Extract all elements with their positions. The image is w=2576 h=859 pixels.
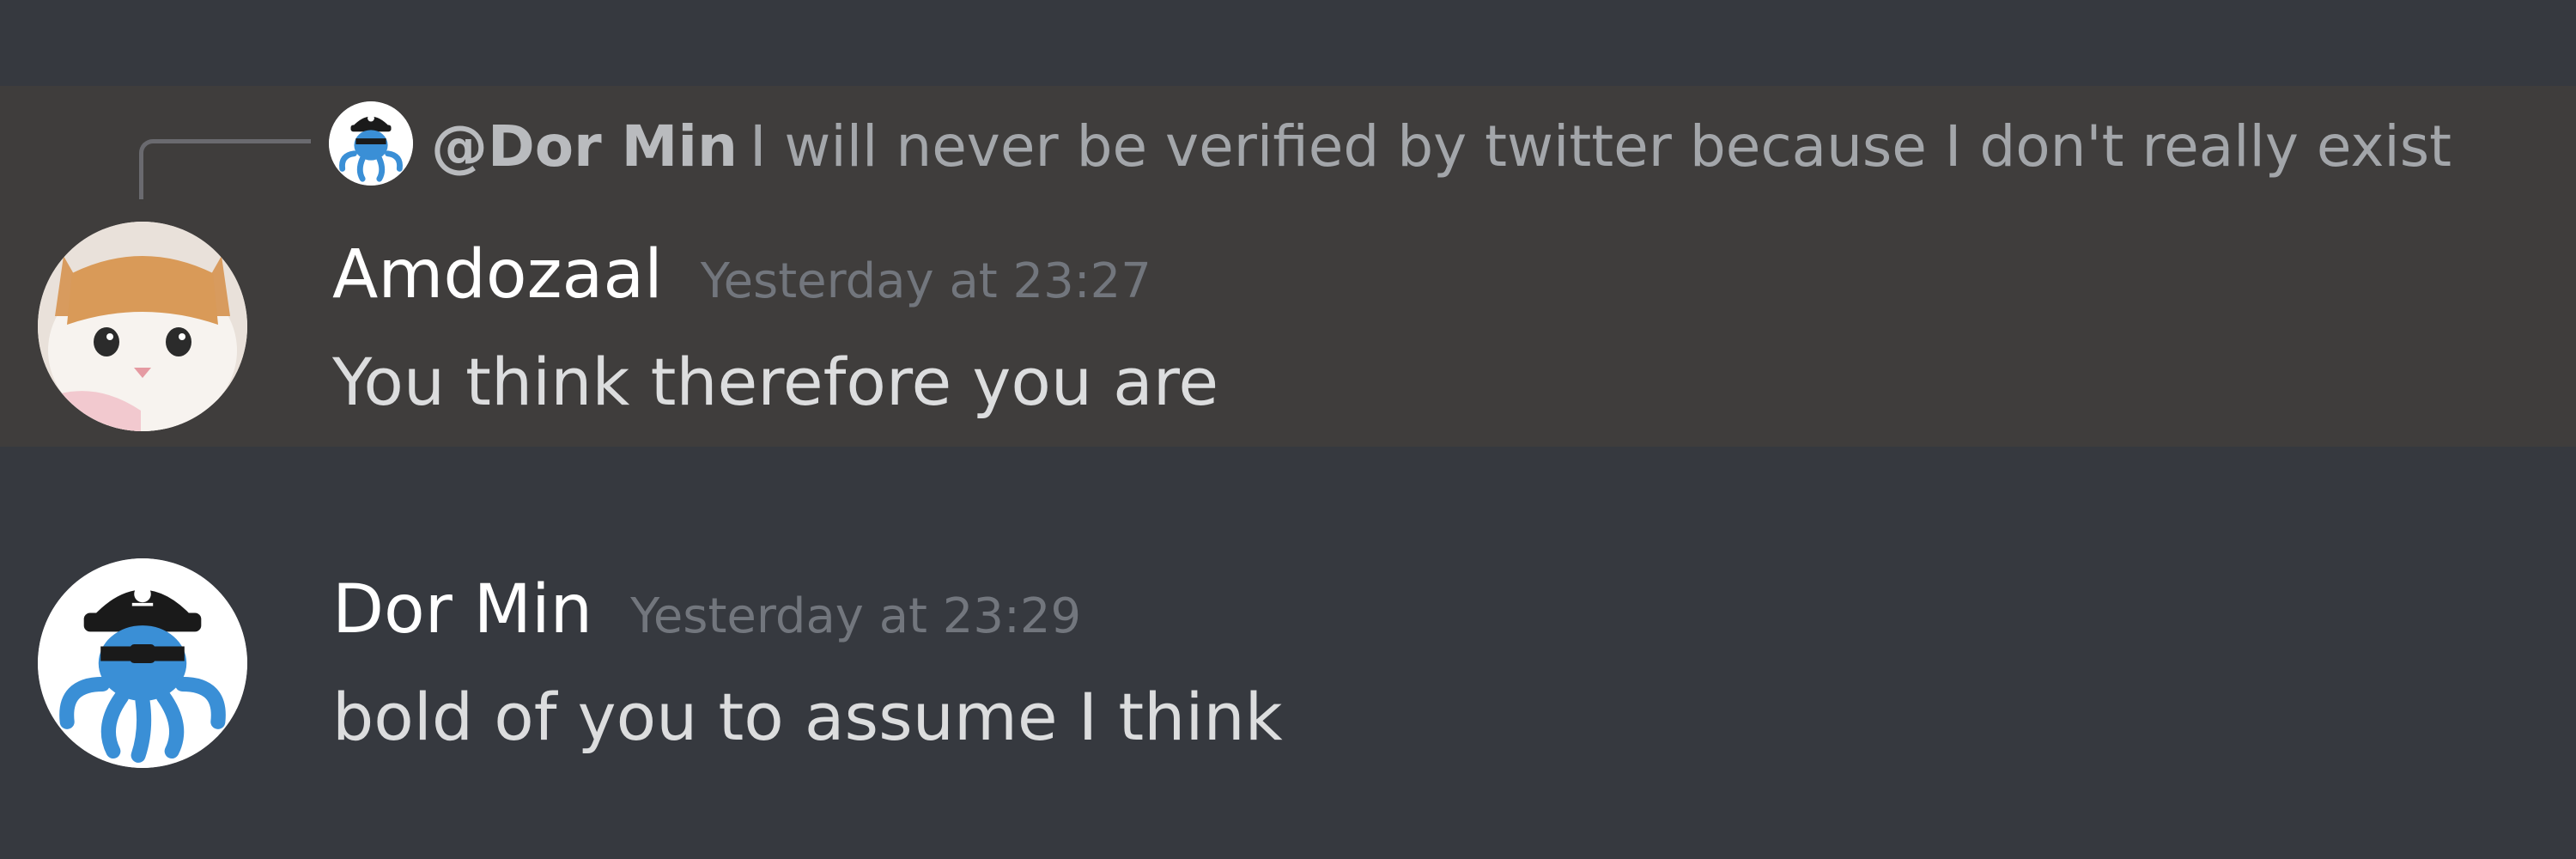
reply-spine-line <box>139 139 311 199</box>
avatar[interactable] <box>38 222 247 431</box>
message-header: Dor Min Yesterday at 23:29 <box>332 567 1081 653</box>
username[interactable]: Amdozaal <box>332 236 663 314</box>
message-content: bold of you to assume I think <box>332 679 1283 755</box>
reply-author[interactable]: @Dor Min <box>431 113 738 180</box>
chat-message-list: @Dor Min I will never be verified by twit… <box>0 0 2576 859</box>
username[interactable]: Dor Min <box>332 571 592 649</box>
reply-avatar-icon[interactable] <box>329 101 413 186</box>
timestamp[interactable]: Yesterday at 23:29 <box>630 588 1081 644</box>
reply-preview[interactable]: @Dor Min I will never be verified by twit… <box>431 108 2451 186</box>
message-header: Amdozaal Yesterday at 23:27 <box>332 232 1151 318</box>
message-content: You think therefore you are <box>332 344 1219 420</box>
reply-text: I will never be verified by twitter beca… <box>749 113 2451 180</box>
timestamp[interactable]: Yesterday at 23:27 <box>701 253 1151 309</box>
avatar[interactable] <box>38 558 247 768</box>
